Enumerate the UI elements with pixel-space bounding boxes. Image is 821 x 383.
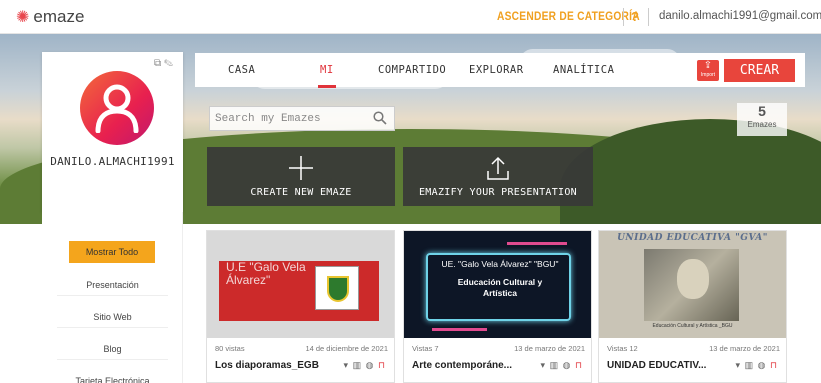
- thumbnail-text: UE. "Galo Vela Álvarez" "BGU" Educación …: [430, 255, 570, 299]
- card-title[interactable]: UNIDAD EDUCATIV...: [607, 360, 706, 371]
- analytics-icon[interactable]: ▥: [745, 360, 755, 370]
- sidebar-item-blog[interactable]: Blog: [57, 338, 168, 360]
- card-thumbnail[interactable]: U.E "Galo Vela Álvarez": [207, 231, 394, 338]
- dropdown-icon[interactable]: ▾: [541, 360, 547, 370]
- search-icon[interactable]: [373, 111, 387, 125]
- card-actions: ▾ ▥ ◍ ⊓: [541, 360, 583, 371]
- user-icon: [95, 84, 139, 133]
- analytics-icon[interactable]: ▥: [353, 360, 363, 370]
- globe-icon[interactable]: ◍: [563, 360, 572, 370]
- globe-icon[interactable]: ◍: [366, 360, 375, 370]
- divider: [648, 8, 649, 26]
- card-views: Vistas 7: [412, 344, 439, 353]
- card-actions: ▾ ▥ ◍ ⊓: [736, 360, 778, 371]
- presentation-card[interactable]: UNIDAD EDUCATIVA "GVA" Educación Cultura…: [598, 230, 787, 383]
- lock-icon[interactable]: ⊓: [378, 360, 386, 370]
- search-input[interactable]: [215, 110, 365, 128]
- upload-icon: ⇪: [703, 60, 713, 71]
- tab-analitica[interactable]: ANALÍTICA: [553, 64, 614, 76]
- help-icon[interactable]: ?: [631, 9, 639, 24]
- tab-mi[interactable]: MI: [318, 64, 336, 88]
- create-button[interactable]: CREAR: [724, 59, 795, 82]
- tab-casa[interactable]: CASA: [228, 64, 255, 76]
- lock-icon[interactable]: ⊓: [575, 360, 583, 370]
- sidebar-item-website[interactable]: Sitio Web: [57, 306, 168, 328]
- analytics-icon[interactable]: ▥: [550, 360, 560, 370]
- card-date: 13 de marzo de 2021: [709, 344, 780, 353]
- search-box: [209, 106, 395, 131]
- tab-explorar[interactable]: EXPLORAR: [469, 64, 524, 76]
- sidebar-item-show-all[interactable]: Mostrar Todo: [69, 241, 155, 263]
- card-date: 13 de marzo de 2021: [514, 344, 585, 353]
- dropdown-icon[interactable]: ▾: [344, 360, 350, 370]
- logo-text: emaze: [33, 6, 85, 26]
- card-actions: ▾ ▥ ◍ ⊓: [344, 360, 386, 371]
- card-views: 80 vistas: [215, 344, 245, 353]
- account-email[interactable]: danilo.almachi1991@gmail.com: [659, 10, 821, 22]
- create-new-emaze-button[interactable]: CREATE NEW EMAZE: [207, 147, 395, 206]
- thumbnail-subtitle: Educación Cultural y Artística: [457, 277, 543, 298]
- presentation-card[interactable]: U.E "Galo Vela Álvarez" 80 vistas 14 de …: [206, 230, 395, 383]
- sidebar-item-presentation[interactable]: Presentación: [57, 274, 168, 296]
- card-title[interactable]: Arte contemporáne...: [412, 360, 512, 371]
- thumbnail-caption: Educación Cultural y Artística _BGU: [652, 323, 733, 329]
- emaze-count-value: 5: [758, 103, 766, 119]
- emazify-label: EMAZIFY YOUR PRESENTATION: [418, 187, 577, 198]
- username: DANILO.ALMACHI1991: [50, 155, 175, 168]
- top-bar: ✺ emaze ASCENDER DE CATEGORÍA ? danilo.a…: [0, 0, 821, 34]
- globe-icon[interactable]: ◍: [758, 360, 767, 370]
- emaze-logo-icon: ✺: [16, 8, 30, 26]
- thumbnail-text: U.E "Galo Vela Álvarez": [226, 260, 306, 287]
- card-meta: Vistas 12 13 de marzo de 2021: [607, 344, 780, 353]
- presentation-card[interactable]: UE. "Galo Vela Álvarez" "BGU" Educación …: [403, 230, 592, 383]
- emazify-button[interactable]: EMAZIFY YOUR PRESENTATION: [403, 147, 593, 206]
- card-thumbnail[interactable]: UNIDAD EDUCATIVA "GVA" Educación Cultura…: [599, 231, 786, 338]
- card-title[interactable]: Los diaporamas_EGB: [215, 360, 319, 371]
- emaze-count: 5 Emazes: [737, 103, 787, 136]
- sidebar-notch: [102, 211, 122, 221]
- plus-icon: [289, 156, 313, 180]
- lock-icon[interactable]: ⊓: [770, 360, 778, 370]
- create-new-emaze-label: CREATE NEW EMAZE: [250, 187, 352, 198]
- profile-card: ⧉ ✎ DANILO.ALMACHI1991: [42, 52, 183, 212]
- school-logo: [315, 266, 359, 310]
- dropdown-icon[interactable]: ▾: [736, 360, 742, 370]
- upgrade-link[interactable]: ASCENDER DE CATEGORÍA: [497, 9, 640, 23]
- thumbnail-title: UE. "Galo Vela Álvarez" "BGU": [441, 259, 559, 269]
- emaze-logo[interactable]: ✺ emaze: [16, 7, 84, 27]
- tab-compartido[interactable]: COMPARTIDO: [378, 64, 446, 76]
- main-nav: CASA MI COMPARTIDO EXPLORAR ANALÍTICA ⇪ …: [195, 53, 805, 88]
- import-label: Import: [700, 72, 716, 78]
- card-meta: Vistas 7 13 de marzo de 2021: [412, 344, 585, 353]
- card-thumbnail[interactable]: UE. "Galo Vela Álvarez" "BGU" Educación …: [404, 231, 591, 338]
- sidebar-filters: Mostrar Todo Presentación Sitio Web Blog…: [42, 211, 183, 383]
- edit-profile-icon[interactable]: ⧉ ✎: [154, 58, 173, 69]
- import-button[interactable]: ⇪ Import: [697, 60, 719, 81]
- card-views: Vistas 12: [607, 344, 638, 353]
- avatar[interactable]: [80, 71, 154, 145]
- upload-icon: [487, 156, 509, 180]
- emaze-count-label: Emazes: [747, 120, 777, 129]
- thumbnail-title: UNIDAD EDUCATIVA "GVA": [617, 233, 768, 243]
- card-date: 14 de diciembre de 2021: [305, 344, 388, 353]
- card-meta: 80 vistas 14 de diciembre de 2021: [215, 344, 388, 353]
- divider: [623, 8, 624, 26]
- sidebar-item-ecard[interactable]: Tarjeta Electrónica: [57, 370, 168, 383]
